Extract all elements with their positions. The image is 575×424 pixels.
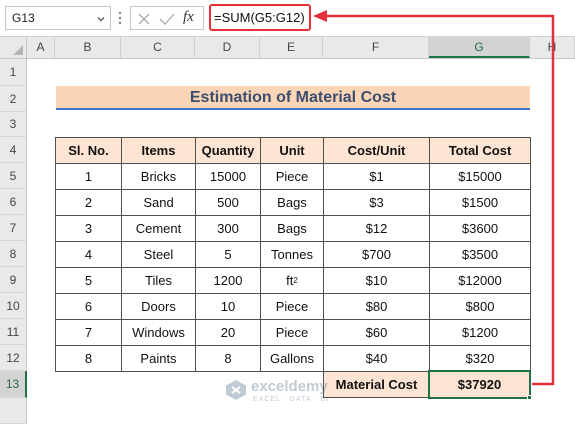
row-header-9[interactable]: 9 — [0, 267, 27, 293]
row-header-5[interactable]: 5 — [0, 163, 27, 189]
column-headers: A B C D E F G H — [0, 37, 575, 59]
row-header-11[interactable]: 11 — [0, 319, 27, 345]
table-cell[interactable]: 10 — [195, 293, 261, 320]
table-cell[interactable]: Cement — [121, 215, 196, 242]
table-cell[interactable]: $800 — [429, 293, 531, 320]
table-cell[interactable]: $60 — [323, 319, 430, 346]
table-cell[interactable]: $320 — [429, 345, 531, 372]
row-header-6[interactable]: 6 — [0, 189, 27, 215]
cancel-icon[interactable] — [137, 12, 151, 26]
table-cell[interactable]: $3600 — [429, 215, 531, 242]
table-cell[interactable]: Doors — [121, 293, 196, 320]
table-cell[interactable]: $1500 — [429, 189, 531, 216]
check-icon[interactable] — [159, 12, 175, 26]
table-cell[interactable]: Gallons — [260, 345, 324, 372]
table-cell[interactable]: $3 — [323, 189, 430, 216]
formula-buttons: fx — [130, 6, 204, 30]
table-cell[interactable]: $3500 — [429, 241, 531, 268]
header-sl-no[interactable]: Sl. No. — [55, 137, 122, 164]
total-value-cell[interactable]: $37920 — [428, 370, 531, 399]
row-header-10[interactable]: 10 — [0, 293, 27, 319]
row-header-3[interactable]: 3 — [0, 112, 27, 137]
watermark-tagline: EXCEL · DATA · BI — [253, 396, 329, 403]
formula-bar: G13 fx =SUM(G5:G12) — [0, 0, 575, 37]
row-header-7[interactable]: 7 — [0, 215, 27, 241]
exceldemy-logo-icon — [226, 380, 246, 400]
table-cell[interactable]: 4 — [55, 241, 122, 268]
header-cost-per-unit[interactable]: Cost/Unit — [323, 137, 430, 164]
table-cell[interactable]: Piece — [260, 319, 324, 346]
select-all-button[interactable] — [0, 37, 27, 58]
table-cell[interactable]: $10 — [323, 267, 430, 294]
column-header-g[interactable]: G — [429, 37, 530, 58]
table-cell[interactable]: Piece — [260, 163, 324, 190]
row-header-8[interactable]: 8 — [0, 241, 27, 267]
exceldemy-watermark: exceldemy EXCEL · DATA · BI — [221, 376, 361, 412]
table-cell[interactable]: 8 — [55, 345, 122, 372]
column-header-f[interactable]: F — [323, 37, 429, 58]
row-header-13[interactable]: 13 — [0, 371, 27, 398]
column-header-d[interactable]: D — [195, 37, 260, 58]
table-cell[interactable]: $1 — [323, 163, 430, 190]
table-cell[interactable]: 300 — [195, 215, 261, 242]
header-unit[interactable]: Unit — [260, 137, 324, 164]
table-cell[interactable]: $80 — [323, 293, 430, 320]
table-cell[interactable]: $12000 — [429, 267, 531, 294]
table-cell[interactable]: 7 — [55, 319, 122, 346]
table-cell[interactable]: $700 — [323, 241, 430, 268]
row-header-12[interactable]: 12 — [0, 345, 27, 371]
table-cell[interactable]: Steel — [121, 241, 196, 268]
insert-function-icon[interactable]: fx — [183, 9, 194, 26]
table-cell[interactable]: Bags — [260, 189, 324, 216]
table-cell[interactable]: Tiles — [121, 267, 196, 294]
row-header-2[interactable]: 2 — [0, 86, 27, 112]
table-cell[interactable]: 20 — [195, 319, 261, 346]
column-header-e[interactable]: E — [260, 37, 323, 58]
table-cell[interactable]: $1200 — [429, 319, 531, 346]
table-cell[interactable]: 3 — [55, 215, 122, 242]
watermark-name: exceldemy — [251, 378, 328, 395]
row-header-14 — [0, 398, 27, 424]
table-cell[interactable]: 500 — [195, 189, 261, 216]
table-cell[interactable]: Piece — [260, 293, 324, 320]
chevron-down-icon[interactable] — [97, 15, 105, 23]
fill-handle[interactable] — [527, 395, 532, 400]
table-cell[interactable]: Bags — [260, 215, 324, 242]
table-cell[interactable]: Bricks — [121, 163, 196, 190]
table-cell-unit-ft2[interactable]: ft 2 — [260, 267, 324, 294]
column-header-a[interactable]: A — [27, 37, 55, 58]
more-options-icon[interactable] — [118, 10, 122, 26]
column-header-b[interactable]: B — [55, 37, 121, 58]
unit-text: ft — [286, 273, 294, 288]
name-box-value: G13 — [12, 11, 35, 25]
column-header-h[interactable]: H — [530, 37, 575, 58]
header-items[interactable]: Items — [121, 137, 196, 164]
table-cell[interactable]: $12 — [323, 215, 430, 242]
table-cell[interactable]: 5 — [55, 267, 122, 294]
table-cell[interactable]: 1 — [55, 163, 122, 190]
table-cell[interactable]: 1200 — [195, 267, 261, 294]
table-cell[interactable]: 15000 — [195, 163, 261, 190]
table-cell[interactable]: Paints — [121, 345, 196, 372]
table-cell[interactable]: Windows — [121, 319, 196, 346]
table-cell[interactable]: $15000 — [429, 163, 531, 190]
table-cell[interactable]: 6 — [55, 293, 122, 320]
table-cell[interactable]: 2 — [55, 189, 122, 216]
table-cell[interactable]: Sand — [121, 189, 196, 216]
row-header-4[interactable]: 4 — [0, 137, 27, 163]
name-box[interactable]: G13 — [5, 6, 111, 30]
table-cell[interactable]: $40 — [323, 345, 430, 372]
formula-text[interactable]: =SUM(G5:G12) — [214, 10, 305, 25]
table-cell[interactable]: 8 — [195, 345, 261, 372]
header-total-cost[interactable]: Total Cost — [429, 137, 531, 164]
column-header-c[interactable]: C — [121, 37, 195, 58]
table-cell[interactable]: 5 — [195, 241, 261, 268]
row-header-1[interactable]: 1 — [0, 59, 27, 86]
header-quantity[interactable]: Quantity — [195, 137, 261, 164]
sheet-title[interactable]: Estimation of Material Cost — [56, 86, 530, 110]
table-cell[interactable]: Tonnes — [260, 241, 324, 268]
